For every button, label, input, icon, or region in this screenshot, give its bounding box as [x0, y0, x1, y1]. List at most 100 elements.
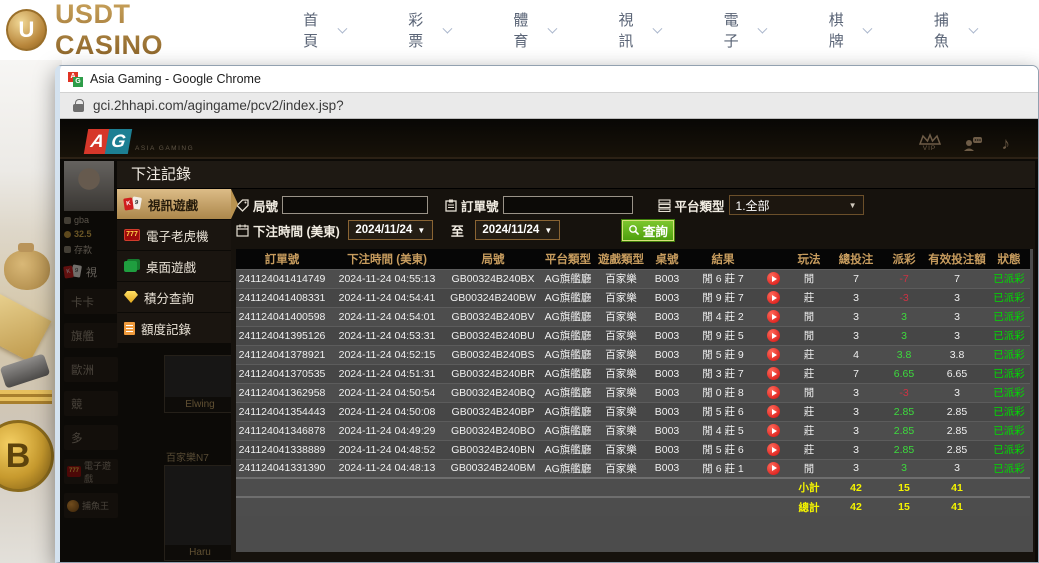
- site-logo[interactable]: U USDT CASINO: [6, 0, 241, 61]
- cell-replay: [758, 307, 788, 326]
- replay-button[interactable]: [767, 462, 780, 475]
- cell-bet: 莊: [788, 402, 830, 421]
- table-row: 2411240413388892024-11-24 04:48:52GB0032…: [236, 440, 1030, 459]
- cell-time: 2024-11-24 04:55:13: [328, 269, 446, 288]
- col-header-bet: 玩法: [788, 249, 830, 269]
- menu-item-table-games[interactable]: 桌面遊戲: [117, 251, 231, 281]
- cell-total: 3: [830, 459, 882, 478]
- table-row: 2411240414083312024-11-24 04:54:41GB0032…: [236, 288, 1030, 307]
- cell-valid: 3: [926, 459, 988, 478]
- site-nav-item-1[interactable]: 彩票: [408, 9, 450, 51]
- deposit-icon: [64, 246, 71, 253]
- customer-service-icon[interactable]: [962, 136, 982, 152]
- cell-valid: 3.8: [926, 345, 988, 364]
- cell-replay: [758, 383, 788, 402]
- replay-button[interactable]: [767, 329, 780, 342]
- replay-button[interactable]: [767, 310, 780, 323]
- cell-time: 2024-11-24 04:49:29: [328, 421, 446, 440]
- cell-game: 百家樂: [596, 364, 646, 383]
- bet-time-label: 下注時間 (美東): [236, 221, 340, 240]
- coin-stack-graphic: [0, 390, 52, 404]
- cell-replay: [758, 459, 788, 478]
- replay-button[interactable]: [767, 386, 780, 399]
- cell-table_no: B003: [646, 326, 688, 345]
- cell-replay: [758, 326, 788, 345]
- table-header: 訂單號下注時間 (美東)局號平台類型遊戲類型桌號結果玩法總投注派彩有效投注額狀態: [236, 249, 1030, 269]
- betting-records-modal: 下注記錄 9K視訊遊戲777電子老虎機桌面遊戲積分查詢額度記錄 局號: [117, 161, 1035, 562]
- modal-menu: 9K視訊遊戲777電子老虎機桌面遊戲積分查詢額度記錄: [117, 189, 231, 562]
- site-logo-icon: U: [6, 9, 47, 51]
- username-row: gba: [64, 215, 118, 225]
- site-nav-item-0[interactable]: 首頁: [303, 9, 345, 51]
- music-icon[interactable]: ♪: [1002, 135, 1011, 152]
- date-from-select[interactable]: 2024/11/24 ▼: [348, 220, 433, 240]
- site-nav-item-4[interactable]: 電子: [724, 9, 766, 51]
- menu-item-quota-records[interactable]: 額度記錄: [117, 313, 231, 343]
- cell-platform: AG旗艦廳: [540, 383, 596, 402]
- replay-button[interactable]: [767, 291, 780, 304]
- menu-item-points-query[interactable]: 積分查詢: [117, 282, 231, 312]
- platform-type-select[interactable]: 1.全部 ▼: [729, 195, 864, 215]
- round-number-input[interactable]: [282, 196, 428, 214]
- cell-total: 3: [830, 307, 882, 326]
- cell-order: 241124041338889: [236, 440, 328, 459]
- col-header-game: 遊戲類型: [596, 249, 646, 269]
- table-row: 2411240413544432024-11-24 04:50:08GB0032…: [236, 402, 1030, 421]
- cell-result: 閒 6 莊 7: [688, 269, 758, 288]
- cell-platform: AG旗艦廳: [540, 345, 596, 364]
- cell-round: GB00324B240BQ: [446, 383, 540, 402]
- ag-header-icons: VIP ♪: [918, 133, 1011, 153]
- replay-button[interactable]: [767, 348, 780, 361]
- menu-item-video-games[interactable]: 9K視訊遊戲: [117, 189, 231, 219]
- replay-button[interactable]: [767, 443, 780, 456]
- lobby-nav-item-0: 卡卡: [64, 289, 118, 314]
- col-header-total: 總投注: [830, 249, 882, 269]
- site-nav-item-2[interactable]: 體育: [513, 9, 555, 51]
- chrome-address-bar[interactable]: gci.2hhapi.com/agingame/pcv2/index.jsp?: [60, 92, 1038, 119]
- grand-total-row-total: 42: [830, 497, 882, 516]
- replay-button[interactable]: [767, 405, 780, 418]
- site-nav-item-3[interactable]: 視訊: [618, 9, 660, 51]
- date-to-select[interactable]: 2024/11/24 ▼: [475, 220, 560, 240]
- cell-bet: 閒: [788, 459, 830, 478]
- cell-table_no: B003: [646, 307, 688, 326]
- replay-button[interactable]: [767, 367, 780, 380]
- money-bag-graphic: [4, 250, 50, 290]
- cell-table_no: B003: [646, 459, 688, 478]
- cell-result: 閒 4 莊 2: [688, 307, 758, 326]
- cell-platform: AG旗艦廳: [540, 421, 596, 440]
- site-nav-item-5[interactable]: 棋牌: [829, 9, 871, 51]
- cell-order: 241124041362958: [236, 383, 328, 402]
- cell-game: 百家樂: [596, 440, 646, 459]
- cell-replay: [758, 364, 788, 383]
- replay-button[interactable]: [767, 424, 780, 437]
- cell-bet: 閒: [788, 269, 830, 288]
- cell-payout: 6.65: [882, 364, 926, 383]
- cell-order: 241124041346878: [236, 421, 328, 440]
- replay-button[interactable]: [767, 272, 780, 285]
- filter-row-2: 下注時間 (美東) 2024/11/24 ▼ 至 2024/11/24 ▼: [236, 219, 1033, 241]
- cell-table_no: B003: [646, 383, 688, 402]
- lobby-nav-item-1: 旗艦: [64, 323, 118, 348]
- cell-replay: [758, 269, 788, 288]
- cell-status: 已派彩: [988, 421, 1030, 440]
- lobby-item-fishing: 捕魚王: [64, 493, 118, 518]
- cell-time: 2024-11-24 04:51:31: [328, 364, 446, 383]
- cell-valid: 2.85: [926, 402, 988, 421]
- filter-row-1: 局號 訂單號 平台類型: [236, 194, 1033, 216]
- chevron-down-icon: [442, 23, 452, 33]
- chevron-down-icon: [758, 23, 768, 33]
- search-button[interactable]: 查詢: [622, 220, 674, 241]
- cell-payout: 3: [882, 326, 926, 345]
- chrome-title-bar: A G Asia Gaming - Google Chrome: [60, 66, 1038, 92]
- chevron-down-icon: [863, 23, 873, 33]
- cell-bet: 莊: [788, 345, 830, 364]
- grand-total-row: 總計421541: [236, 497, 1030, 516]
- cell-table_no: B003: [646, 345, 688, 364]
- deposit-button: 存款: [64, 243, 118, 256]
- site-nav-item-6[interactable]: 捕魚: [934, 9, 976, 51]
- order-number-input[interactable]: [503, 196, 633, 214]
- table-body: 2411240414147492024-11-24 04:55:13GB0032…: [236, 269, 1030, 516]
- menu-item-slot-machines[interactable]: 777電子老虎機: [117, 220, 231, 250]
- vip-icon[interactable]: VIP: [918, 133, 942, 153]
